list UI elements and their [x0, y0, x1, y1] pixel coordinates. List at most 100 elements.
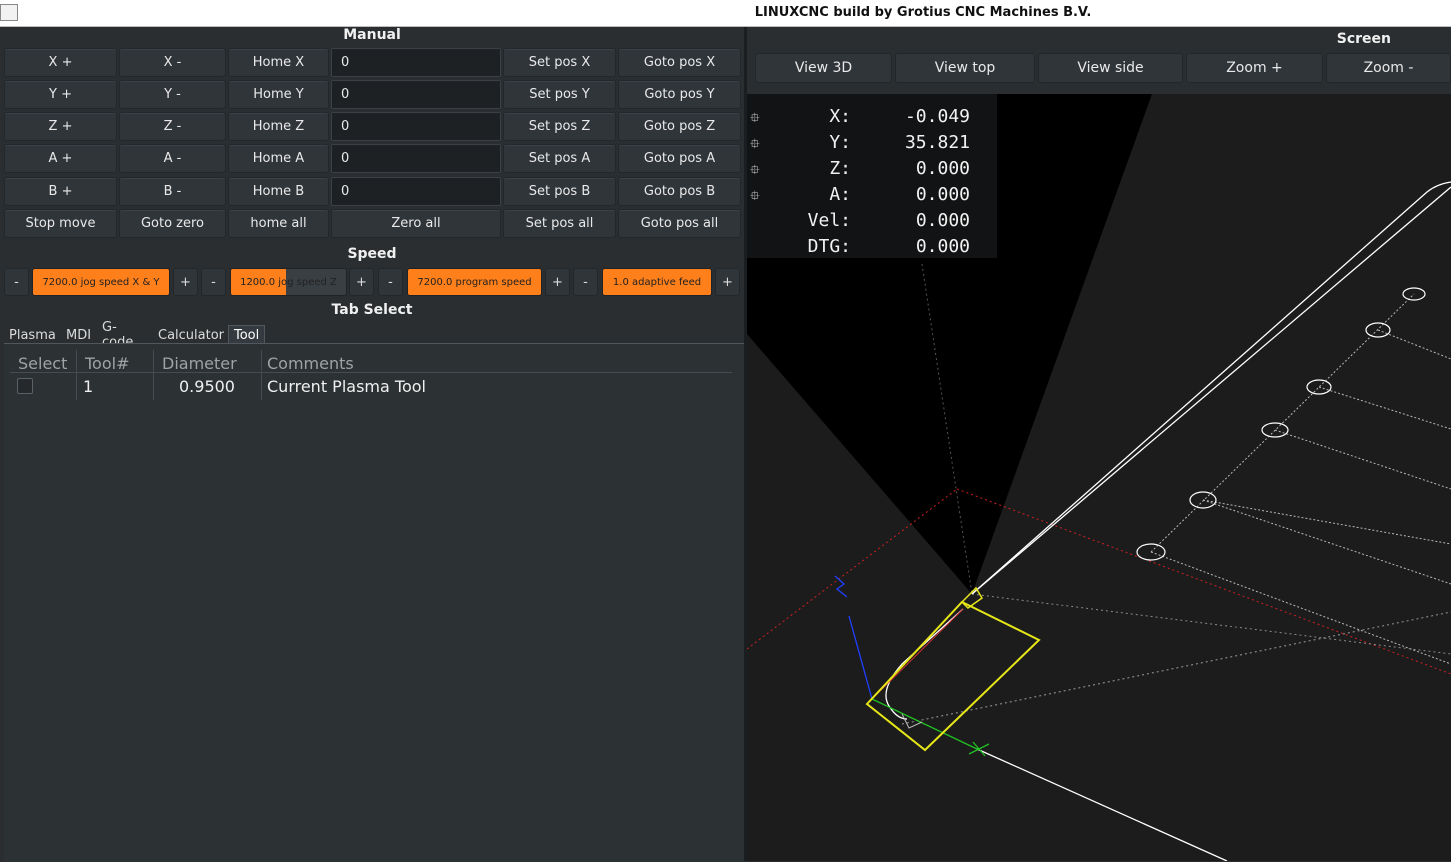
- adaptive-feed-slider[interactable]: 1.0 adaptive feed: [602, 268, 712, 296]
- dro-value-a: 0.000: [915, 184, 970, 205]
- jog-z-speed-minus-button[interactable]: -: [201, 268, 226, 296]
- view-3d-button[interactable]: View 3D: [755, 53, 892, 83]
- pos-b-field[interactable]: 0: [331, 177, 501, 206]
- tab-mdi[interactable]: MDI: [61, 325, 96, 345]
- home-a-button[interactable]: Home A: [228, 144, 329, 173]
- tool-diameter-cell[interactable]: 0.9500: [179, 375, 235, 397]
- header-diameter[interactable]: Diameter: [162, 352, 237, 374]
- pos-a-field[interactable]: 0: [331, 144, 501, 173]
- column-separator: [76, 350, 77, 400]
- window-title: LINUXCNC build by Grotius CNC Machines B…: [754, 5, 1092, 20]
- screen-title: Screen: [1336, 31, 1391, 47]
- jog-y-plus-button[interactable]: Y +: [4, 80, 117, 109]
- slider-label: 7200.0 jog speed X & Y: [42, 276, 160, 288]
- set-pos-x-button[interactable]: Set pos X: [503, 48, 616, 77]
- header-divider: [10, 372, 732, 373]
- jog-b-minus-button[interactable]: B -: [119, 177, 226, 206]
- column-separator: [153, 350, 154, 400]
- slider-label: 1200.0 jog speed Z: [240, 276, 337, 288]
- jog-z-plus-button[interactable]: Z +: [4, 112, 117, 141]
- pos-z-field[interactable]: 0: [331, 112, 501, 141]
- pos-x-field[interactable]: 0: [331, 48, 501, 77]
- jog-y-minus-button[interactable]: Y -: [119, 80, 226, 109]
- jog-xy-speed-plus-button[interactable]: +: [173, 268, 198, 296]
- dro-value-y: 35.821: [904, 132, 970, 153]
- column-separator: [261, 350, 262, 400]
- header-select[interactable]: Select: [18, 352, 67, 374]
- jog-xy-speed-minus-button[interactable]: -: [4, 268, 29, 296]
- tool-number-cell[interactable]: 1: [83, 375, 93, 397]
- goto-pos-a-button[interactable]: Goto pos A: [618, 144, 741, 173]
- dro-row-a: ⯐ A: 0.000: [747, 182, 997, 208]
- goto-pos-all-button[interactable]: Goto pos all: [618, 209, 741, 238]
- title-bar: LINUXCNC build by Grotius CNC Machines B…: [0, 0, 1451, 27]
- view-side-button[interactable]: View side: [1038, 53, 1183, 83]
- jog-x-minus-button[interactable]: X -: [119, 48, 226, 77]
- jog-b-plus-button[interactable]: B +: [4, 177, 117, 206]
- home-y-button[interactable]: Home Y: [228, 80, 329, 109]
- dro-label: Y:: [829, 132, 851, 153]
- home-b-button[interactable]: Home B: [228, 177, 329, 206]
- jog-a-plus-button[interactable]: A +: [4, 144, 117, 173]
- homed-icon: ⯐: [750, 189, 760, 204]
- set-pos-all-button[interactable]: Set pos all: [503, 209, 616, 238]
- goto-pos-x-button[interactable]: Goto pos X: [618, 48, 741, 77]
- jog-a-minus-button[interactable]: A -: [119, 144, 226, 173]
- tab-tool[interactable]: Tool: [228, 325, 266, 345]
- jog-z-speed-slider[interactable]: 1200.0 jog speed Z: [230, 268, 347, 296]
- set-pos-y-button[interactable]: Set pos Y: [503, 80, 616, 109]
- dro-panel: ⯐ X: -0.049 ⯐ Y: 35.821 ⯐ Z: 0.000 ⯐ A: 0.000 Ve…: [747, 94, 997, 258]
- dro-label: X:: [829, 106, 851, 127]
- tab-gcode[interactable]: G-code: [97, 320, 138, 350]
- tool-select-checkbox[interactable]: [17, 378, 33, 394]
- dro-label: DTG:: [807, 236, 851, 257]
- stop-move-button[interactable]: Stop move: [4, 209, 117, 238]
- header-tool-number[interactable]: Tool#: [85, 352, 129, 374]
- goto-zero-button[interactable]: Goto zero: [119, 209, 226, 238]
- dro-value-dtg: 0.000: [915, 236, 970, 257]
- dro-row-z: ⯐ Z: 0.000: [747, 156, 997, 182]
- homed-icon: ⯐: [750, 163, 760, 178]
- program-speed-plus-button[interactable]: +: [545, 268, 570, 296]
- tool-comment-cell[interactable]: Current Plasma Tool: [267, 375, 426, 397]
- jog-z-speed-plus-button[interactable]: +: [349, 268, 374, 296]
- dro-row-dtg: DTG: 0.000: [747, 234, 997, 260]
- jog-x-plus-button[interactable]: X +: [4, 48, 117, 77]
- view-top-button[interactable]: View top: [895, 53, 1035, 83]
- dro-label: Vel:: [807, 210, 851, 231]
- dro-row-x: ⯐ X: -0.049: [747, 104, 997, 130]
- goto-pos-y-button[interactable]: Goto pos Y: [618, 80, 741, 109]
- set-pos-a-button[interactable]: Set pos A: [503, 144, 616, 173]
- program-speed-minus-button[interactable]: -: [378, 268, 403, 296]
- zoom-in-button[interactable]: Zoom +: [1186, 53, 1323, 83]
- adaptive-feed-plus-button[interactable]: +: [715, 268, 740, 296]
- goto-pos-b-button[interactable]: Goto pos B: [618, 177, 741, 206]
- 3d-preview-canvas[interactable]: ⯐ X: -0.049 ⯐ Y: 35.821 ⯐ Z: 0.000 ⯐ A: 0.000 Ve…: [747, 94, 1451, 861]
- dro-value-x: -0.049: [904, 106, 970, 127]
- jog-xy-speed-slider[interactable]: 7200.0 jog speed X & Y: [32, 268, 170, 296]
- tab-calculator[interactable]: Calculator: [153, 325, 229, 345]
- home-all-button[interactable]: home all: [228, 209, 329, 238]
- tab-select-title: Tab Select: [331, 302, 413, 318]
- dro-value-vel: 0.000: [915, 210, 970, 231]
- zero-all-button[interactable]: Zero all: [331, 209, 501, 238]
- dro-row-vel: Vel: 0.000: [747, 208, 997, 234]
- program-speed-slider[interactable]: 7200.0 program speed: [407, 268, 542, 296]
- dro-row-y: ⯐ Y: 35.821: [747, 130, 997, 156]
- header-comments[interactable]: Comments: [267, 352, 354, 374]
- set-pos-b-button[interactable]: Set pos B: [503, 177, 616, 206]
- dro-label: A:: [829, 184, 851, 205]
- pos-y-field[interactable]: 0: [331, 80, 501, 109]
- home-x-button[interactable]: Home X: [228, 48, 329, 77]
- set-pos-z-button[interactable]: Set pos Z: [503, 112, 616, 141]
- goto-pos-z-button[interactable]: Goto pos Z: [618, 112, 741, 141]
- slider-label: 1.0 adaptive feed: [612, 276, 702, 288]
- home-z-button[interactable]: Home Z: [228, 112, 329, 141]
- jog-z-minus-button[interactable]: Z -: [119, 112, 226, 141]
- slider-label: 7200.0 program speed: [417, 276, 532, 288]
- tab-plasma[interactable]: Plasma: [4, 325, 61, 345]
- homed-icon: ⯐: [750, 137, 760, 152]
- adaptive-feed-minus-button[interactable]: -: [573, 268, 598, 296]
- zoom-out-button[interactable]: Zoom -: [1326, 53, 1451, 83]
- dro-value-z: 0.000: [915, 158, 970, 179]
